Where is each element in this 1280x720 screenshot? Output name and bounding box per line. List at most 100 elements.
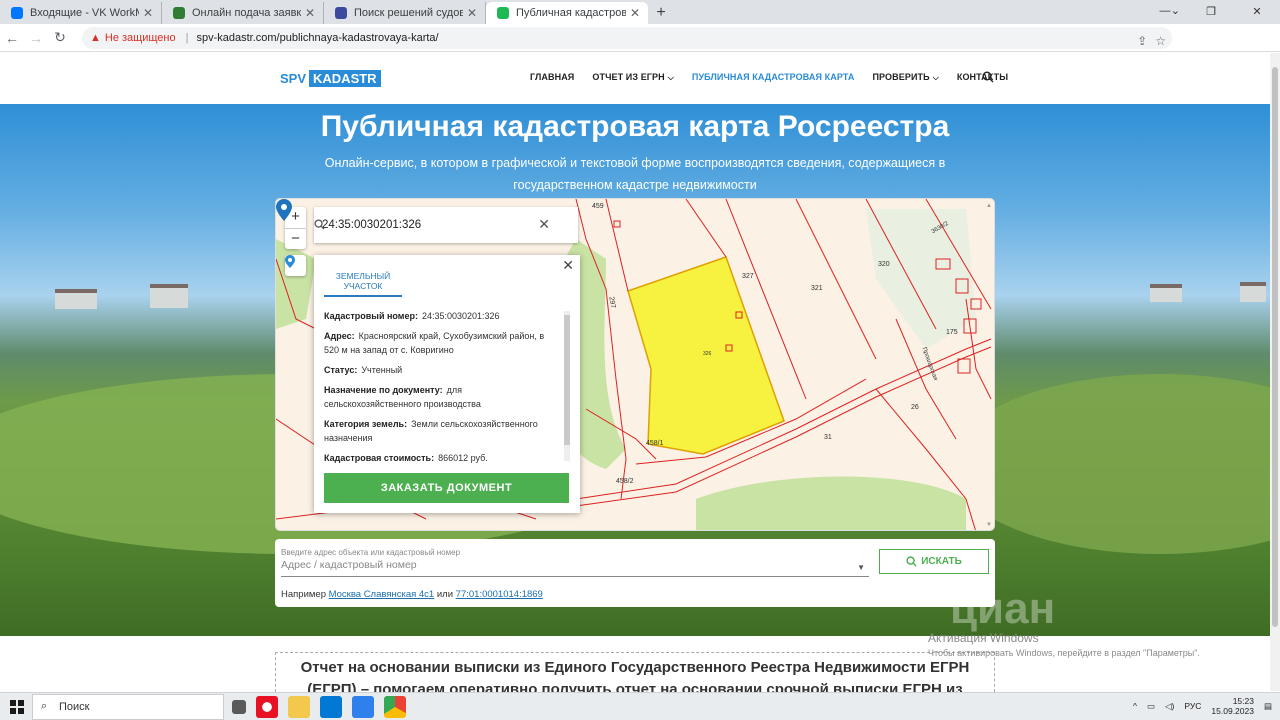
network-icon[interactable]: ▭ bbox=[1147, 701, 1155, 712]
main-nav: ГЛАВНАЯ ОТЧЕТ ИЗ ЕГРН ⌵ ПУБЛИЧНАЯ КАДАСТР… bbox=[530, 72, 1008, 83]
example-address-link[interactable]: Москва Славянская 4с1 bbox=[329, 589, 435, 600]
address-bar: ← → ↻ ▲ Не защищено | spv-kadastr.com/pu… bbox=[0, 24, 1280, 69]
map-search-input[interactable]: 24:35:0030201:326 ✕ bbox=[314, 207, 578, 243]
detail-row: Кадастровая стоимость: 866012 руб. bbox=[324, 451, 559, 464]
address-search-input[interactable]: Адрес / кадастровый номер ▼ bbox=[281, 559, 869, 577]
map-label: 175 bbox=[946, 329, 958, 336]
url-text[interactable]: spv-kadastr.com/publichnaya-kadastrovaya… bbox=[196, 32, 438, 44]
volume-icon[interactable]: ◁) bbox=[1165, 701, 1174, 712]
logo-part-spv: SPV bbox=[280, 71, 307, 86]
parcel-info-popup: ✕ ЗЕМЕЛЬНЫЙ УЧАСТОК Кадастровый номер: 24… bbox=[314, 255, 580, 513]
tab-land-plot[interactable]: ЗЕМЕЛЬНЫЙ УЧАСТОК bbox=[324, 271, 402, 297]
vk-mail-icon bbox=[11, 7, 23, 19]
map-marker-icon[interactable] bbox=[276, 199, 292, 221]
search-icon: ⌕ bbox=[41, 700, 48, 712]
tab-cadastral-map[interactable]: Публичная кадастровая карта ✕ bbox=[486, 2, 648, 24]
cadastral-map[interactable]: 459 327 321 320 297 458/1 458/2 31 26 17… bbox=[275, 198, 995, 531]
detail-row: Назначение по документу: для сельскохозяй… bbox=[324, 383, 559, 411]
chrome-icon[interactable] bbox=[384, 696, 406, 718]
background-house bbox=[1240, 282, 1266, 302]
back-icon[interactable]: ← bbox=[0, 30, 24, 46]
search-icon[interactable] bbox=[314, 219, 325, 230]
notifications-icon[interactable]: ▤ bbox=[1264, 701, 1272, 712]
search-placeholder: Адрес / кадастровый номер bbox=[281, 559, 417, 571]
map-search-value[interactable]: 24:35:0030201:326 bbox=[322, 219, 421, 231]
tab-court-search[interactable]: Поиск решений судов общей ю ✕ bbox=[324, 2, 486, 24]
scrollbar-thumb[interactable] bbox=[1272, 67, 1278, 627]
example-cadastral-link[interactable]: 77:01:0001014:1869 bbox=[456, 589, 543, 600]
share-icon[interactable]: ⇪ bbox=[1137, 34, 1147, 48]
example-prefix: Например bbox=[281, 589, 326, 600]
tab-vk-workmail[interactable]: Входящие - VK WorkMail ✕ bbox=[0, 2, 162, 24]
logo-part-kadastr: KADASTR bbox=[309, 70, 381, 87]
brand-watermark: циан bbox=[950, 584, 1056, 633]
detail-value: Учтенный bbox=[361, 365, 403, 375]
minimize-icon[interactable]: — bbox=[1142, 0, 1188, 22]
background-house bbox=[1150, 284, 1182, 302]
detail-value: 866012 руб. bbox=[438, 453, 488, 463]
page-scrollbar[interactable] bbox=[1270, 53, 1280, 691]
detail-label: Категория земель: bbox=[324, 419, 408, 429]
tab-mortgage[interactable]: Онлайн подача заявки на ипоте ✕ bbox=[162, 2, 324, 24]
map-label: 458/1 bbox=[646, 440, 664, 447]
background-house bbox=[150, 284, 188, 308]
search-icon[interactable] bbox=[982, 71, 994, 83]
security-label[interactable]: Не защищено bbox=[105, 32, 176, 44]
page-title: Публичная кадастровая карта Росреестра bbox=[320, 110, 950, 143]
dropdown-caret-icon[interactable]: ▼ bbox=[857, 563, 865, 572]
taskbar-apps bbox=[232, 696, 406, 718]
browser-tabbar: Входящие - VK WorkMail ✕ Онлайн подача з… bbox=[0, 0, 1280, 24]
close-icon[interactable]: ✕ bbox=[305, 6, 315, 20]
windows-activation-title: Активация Windows bbox=[928, 631, 1039, 645]
order-document-button[interactable]: ЗАКАЗАТЬ ДОКУМЕНТ bbox=[324, 473, 569, 503]
nav-check[interactable]: ПРОВЕРИТЬ ⌵ bbox=[872, 72, 938, 83]
tab-title: Поиск решений судов общей ю bbox=[354, 7, 463, 19]
tab-title: Входящие - VK WorkMail bbox=[30, 7, 139, 19]
restore-icon[interactable]: ❐ bbox=[1188, 0, 1234, 22]
close-icon[interactable]: ✕ bbox=[562, 257, 574, 274]
tab-title: Онлайн подача заявки на ипоте bbox=[192, 7, 301, 19]
taskbar-search[interactable]: ⌕ Поиск bbox=[32, 694, 224, 720]
map-scrollbar[interactable]: ▲ ▼ bbox=[986, 203, 992, 528]
scroll-up-icon[interactable]: ▲ bbox=[986, 203, 992, 209]
search-button[interactable]: ИСКАТЬ bbox=[879, 549, 989, 574]
scroll-down-icon[interactable]: ▼ bbox=[986, 522, 992, 528]
nav-cadastral-map[interactable]: ПУБЛИЧНАЯ КАДАСТРОВАЯ КАРТА bbox=[692, 72, 855, 83]
site-favicon-icon bbox=[497, 7, 509, 19]
new-tab-button[interactable]: + bbox=[648, 2, 674, 24]
clock[interactable]: 15:23 15.09.2023 bbox=[1211, 696, 1254, 716]
logo[interactable]: SPV KADASTR bbox=[280, 70, 381, 87]
clear-icon[interactable]: ✕ bbox=[538, 216, 550, 233]
nav-check-label: ПРОВЕРИТЬ bbox=[872, 72, 930, 82]
zoom-out-button[interactable]: − bbox=[285, 228, 306, 249]
location-button[interactable] bbox=[285, 255, 306, 276]
tray-chevron-icon[interactable]: ^ bbox=[1133, 701, 1137, 711]
close-icon[interactable]: ✕ bbox=[143, 6, 153, 20]
detail-row: Категория земель: Земли сельскохозяйствен… bbox=[324, 417, 559, 445]
clock-time: 15:23 bbox=[1232, 696, 1254, 706]
map-label: 327 bbox=[742, 273, 754, 280]
search-field-label: Введите адрес объекта или кадастровый но… bbox=[281, 548, 461, 557]
close-icon[interactable]: ✕ bbox=[467, 6, 477, 20]
close-window-icon[interactable]: ✕ bbox=[1234, 0, 1280, 22]
task-view-icon[interactable] bbox=[232, 700, 246, 714]
mail-icon[interactable] bbox=[352, 696, 374, 718]
store-icon[interactable] bbox=[320, 696, 342, 718]
popup-scrollbar[interactable] bbox=[564, 311, 570, 461]
bookmark-star-icon[interactable]: ☆ bbox=[1155, 34, 1166, 48]
detail-label: Статус: bbox=[324, 365, 358, 375]
file-explorer-icon[interactable] bbox=[288, 696, 310, 718]
close-icon[interactable]: ✕ bbox=[630, 6, 640, 20]
reload-icon[interactable]: ↻ bbox=[48, 29, 72, 46]
language-indicator[interactable]: РУС bbox=[1184, 701, 1201, 711]
windows-start-icon[interactable] bbox=[10, 700, 24, 714]
nav-egrn-report[interactable]: ОТЧЕТ ИЗ ЕГРН ⌵ bbox=[592, 72, 674, 83]
example-or: или bbox=[436, 589, 454, 600]
url-field[interactable]: ▲ Не защищено | spv-kadastr.com/publichn… bbox=[82, 27, 1172, 49]
forward-icon[interactable]: → bbox=[24, 30, 48, 46]
detail-label: Адрес: bbox=[324, 331, 355, 341]
opera-icon[interactable] bbox=[256, 696, 278, 718]
nav-home[interactable]: ГЛАВНАЯ bbox=[530, 72, 574, 83]
map-label: 321 bbox=[811, 285, 823, 292]
popup-scroll-thumb[interactable] bbox=[564, 315, 570, 445]
